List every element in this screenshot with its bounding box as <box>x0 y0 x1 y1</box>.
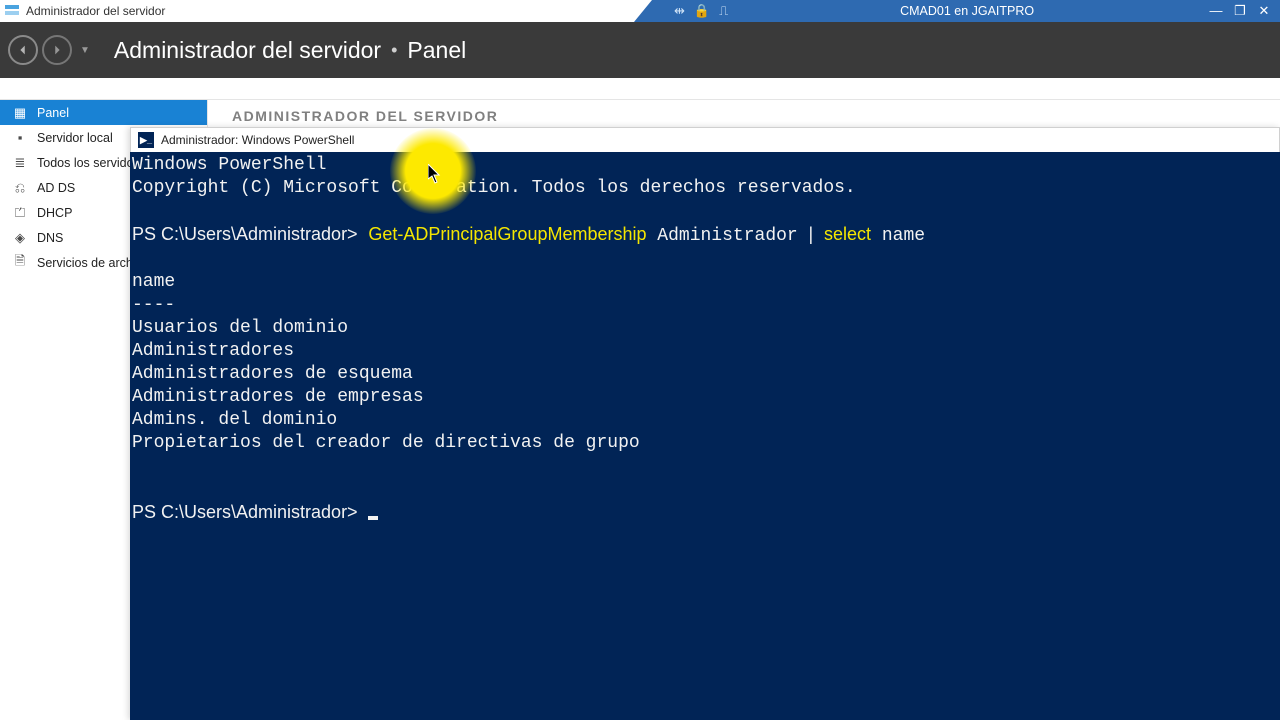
powershell-window: ▶_ Administrador: Windows PowerShell Win… <box>130 127 1280 720</box>
powershell-console[interactable]: Windows PowerShell Copyright (C) Microso… <box>130 152 1280 720</box>
files-icon: 🗎 <box>12 252 28 274</box>
powershell-title-text: Administrador: Windows PowerShell <box>161 133 354 147</box>
nav-history-dropdown[interactable]: ▼ <box>80 45 90 56</box>
dhcp-icon: ⏍ <box>12 205 28 221</box>
sidebar-item-label: Servidor local <box>37 131 113 145</box>
close-button[interactable]: ✕ <box>1254 0 1274 22</box>
sidebar-item-panel[interactable]: ▦ Panel <box>0 100 207 125</box>
breadcrumb-root[interactable]: Administrador del servidor <box>114 37 381 64</box>
powershell-titlebar[interactable]: ▶_ Administrador: Windows PowerShell <box>130 127 1280 152</box>
restore-button[interactable]: ❐ <box>1230 0 1250 22</box>
adds-icon: ⎌ <box>12 180 28 196</box>
sidebar-item-label: Panel <box>37 106 69 120</box>
app-title: Administrador del servidor <box>26 4 165 18</box>
chevron-right-icon: • <box>391 40 397 61</box>
sidebar-item-label: DNS <box>37 231 63 245</box>
servers-icon: ≣ <box>12 155 28 171</box>
connection-label: CMAD01 en JGAITPRO <box>728 4 1206 18</box>
powershell-icon: ▶_ <box>138 132 154 148</box>
pin-icon[interactable]: ⇹ <box>674 0 685 22</box>
welcome-title: ADMINISTRADOR DEL SERVIDOR <box>232 108 1256 124</box>
sidebar-item-label: DHCP <box>37 206 72 220</box>
breadcrumb: Administrador del servidor • Panel <box>114 37 466 64</box>
lock-icon[interactable]: 🔒 <box>694 0 710 22</box>
server-icon: ▪ <box>12 130 28 145</box>
dns-icon: ◈ <box>12 230 28 246</box>
breadcrumb-leaf[interactable]: Panel <box>407 37 466 64</box>
server-manager-icon <box>4 3 20 19</box>
nav-back-button[interactable] <box>8 35 38 65</box>
minimize-button[interactable]: — <box>1206 0 1226 22</box>
sidebar-item-label: AD DS <box>37 181 75 195</box>
nav-forward-button[interactable] <box>42 35 72 65</box>
signal-icon[interactable]: ⎍ <box>719 0 728 22</box>
dashboard-icon: ▦ <box>12 105 28 121</box>
